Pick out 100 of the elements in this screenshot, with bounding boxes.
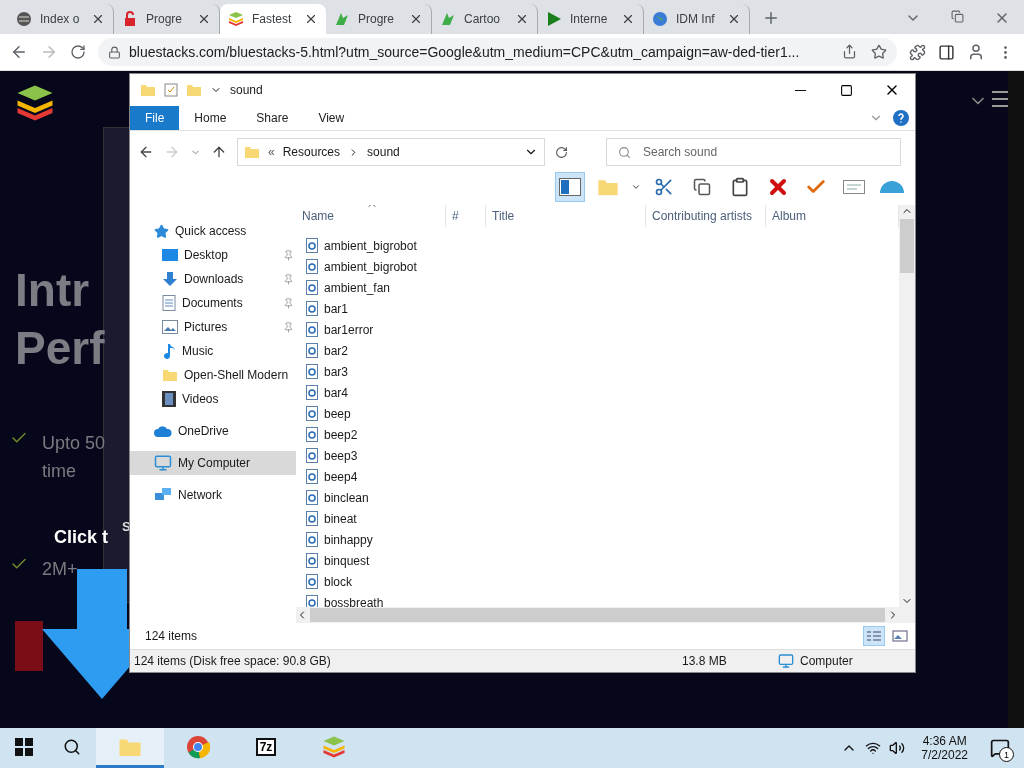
cloud-icon xyxy=(154,425,172,437)
bookmark-icon[interactable] xyxy=(871,44,887,60)
browser-tab[interactable]: Fastest xyxy=(220,4,326,34)
preview-pane-button[interactable] xyxy=(555,172,585,202)
ribbon-tab[interactable]: Share xyxy=(241,106,304,130)
close-icon[interactable] xyxy=(727,12,741,26)
file-name[interactable]: bossbreath xyxy=(324,595,384,607)
leaf-icon xyxy=(334,11,350,27)
close-icon[interactable] xyxy=(409,12,423,26)
notifications-icon[interactable] xyxy=(990,738,1010,758)
breadcrumb-item[interactable]: sound xyxy=(367,145,400,159)
file-name[interactable]: bar1 xyxy=(324,301,349,316)
audio-file-icon xyxy=(306,322,318,337)
caret-icon[interactable] xyxy=(631,182,641,192)
nav-item[interactable]: Desktop xyxy=(130,243,296,267)
vertical-scrollbar[interactable] xyxy=(899,205,915,623)
app-label: 7z xyxy=(255,737,277,756)
address-field[interactable]: bluestacks.com/bluestacks-5.html?utm_source=Google&utm_medium=CPC&utm_campaign=aw-ded-tier1... xyxy=(98,38,897,66)
column-header[interactable]: # xyxy=(446,205,486,227)
horizontal-scrollbar[interactable] xyxy=(296,607,899,623)
volume-icon[interactable] xyxy=(889,740,906,756)
ribbon-tab[interactable]: File xyxy=(130,106,180,130)
file-name[interactable]: bar3 xyxy=(324,364,349,379)
envelope-icon xyxy=(843,180,865,194)
close-icon[interactable] xyxy=(197,12,211,26)
ribbon-tab[interactable]: Home xyxy=(179,106,242,130)
feature-text: 2M+ xyxy=(42,558,78,581)
column-header[interactable]: Name xyxy=(296,205,446,227)
list-icon xyxy=(866,630,882,642)
taskbar-app[interactable]: 7z xyxy=(232,728,300,768)
network-icon xyxy=(154,487,172,503)
file-name[interactable]: ambient_bigrobot xyxy=(324,238,417,253)
globe-icon xyxy=(16,11,32,27)
file-name[interactable]: bineat xyxy=(324,511,357,526)
clipboard-icon xyxy=(730,177,750,197)
network-icon[interactable] xyxy=(865,740,882,756)
overflow-text[interactable]: « xyxy=(268,145,275,159)
file-name[interactable]: binclean xyxy=(324,490,369,505)
nav-item[interactable]: OneDrive xyxy=(130,419,296,443)
ribbon-tab[interactable]: View xyxy=(303,106,360,130)
nav-item[interactable]: My Computer xyxy=(130,451,296,475)
up-icon[interactable] xyxy=(211,144,227,160)
reload-icon[interactable] xyxy=(70,44,86,60)
file-name[interactable]: ambient_bigrobot xyxy=(324,259,417,274)
refresh-icon[interactable] xyxy=(555,145,568,159)
nav-item[interactable]: Downloads xyxy=(130,267,296,291)
feature-text: time xyxy=(42,460,77,483)
scroll-thumb[interactable] xyxy=(900,219,914,273)
search-field[interactable]: Search sound xyxy=(606,138,901,166)
audio-file-icon xyxy=(306,259,318,274)
file-name[interactable]: bar2 xyxy=(324,343,349,358)
file-name[interactable]: bar1error xyxy=(324,322,374,337)
file-name[interactable]: block xyxy=(324,574,352,589)
file-name[interactable]: beep4 xyxy=(324,469,358,484)
nav-item[interactable]: Videos xyxy=(130,387,296,411)
close-icon[interactable] xyxy=(621,12,635,26)
folder-icon xyxy=(140,82,156,98)
file-name[interactable]: binquest xyxy=(324,553,370,568)
page-scrollbar[interactable] xyxy=(1008,71,1024,728)
audio-file-icon xyxy=(306,406,318,421)
nav-item[interactable]: Open-Shell Modern xyxy=(130,363,296,387)
file-name[interactable]: binhappy xyxy=(324,532,373,547)
nav-item[interactable]: Documents xyxy=(130,291,296,315)
logo-icon xyxy=(15,83,55,123)
leaf-icon xyxy=(440,11,456,27)
audio-file-icon xyxy=(306,490,318,505)
file-name[interactable]: beep xyxy=(324,406,351,421)
clock-date[interactable]: 7/2/2022 xyxy=(921,748,968,762)
clock-time[interactable]: 4:36 AM xyxy=(922,734,967,748)
help-icon[interactable] xyxy=(893,110,909,126)
column-header[interactable]: Title xyxy=(486,205,646,227)
audio-file-icon xyxy=(306,469,318,484)
audio-file-icon xyxy=(306,448,318,463)
breadcrumb-item[interactable]: Resources xyxy=(282,145,341,159)
pictures-icon xyxy=(162,320,178,334)
nav-item[interactable]: Network xyxy=(130,483,296,507)
file-name[interactable]: ambient_fan xyxy=(324,280,391,295)
taskbar-app[interactable] xyxy=(96,728,164,768)
share-icon[interactable] xyxy=(842,44,857,59)
extensions-icon[interactable] xyxy=(909,43,926,61)
file-name[interactable]: beep2 xyxy=(324,427,358,442)
back-icon[interactable] xyxy=(138,144,154,160)
properties-icon[interactable] xyxy=(164,83,178,97)
document-icon xyxy=(162,295,176,311)
column-header[interactable]: Contributing artists xyxy=(646,205,766,227)
file-name[interactable]: bar4 xyxy=(324,385,349,400)
close-icon[interactable] xyxy=(515,12,529,26)
profile-icon[interactable] xyxy=(967,43,985,61)
status-text: 13.8 MB xyxy=(681,654,728,668)
nav-item[interactable]: Music xyxy=(130,339,296,363)
file-name[interactable]: beep3 xyxy=(324,448,358,463)
restore-icon[interactable] xyxy=(951,10,964,23)
nav-item[interactable]: Pictures xyxy=(130,315,296,339)
close-icon[interactable] xyxy=(91,12,105,26)
nav-item[interactable]: Quick access xyxy=(130,219,296,243)
address-field[interactable]: « Resources sound xyxy=(237,138,545,166)
side-panel-icon[interactable] xyxy=(938,43,955,61)
back-icon[interactable] xyxy=(10,43,28,61)
close-icon[interactable] xyxy=(304,12,318,26)
new-tab-icon[interactable] xyxy=(762,9,780,27)
